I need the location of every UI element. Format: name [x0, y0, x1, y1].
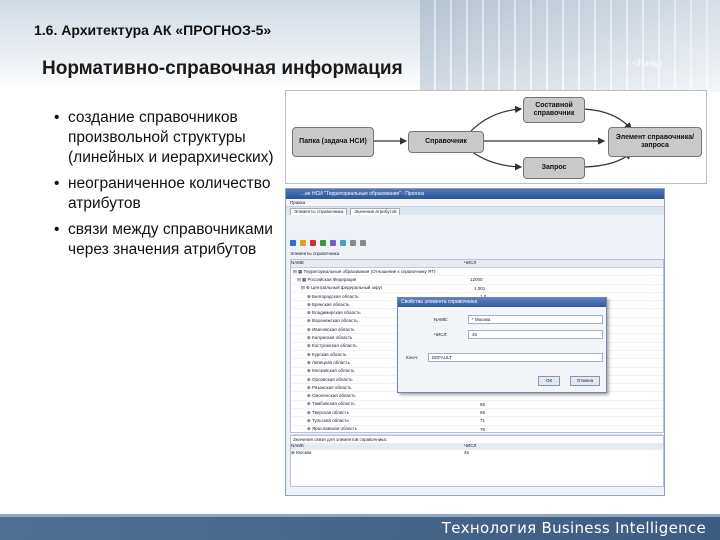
cell-code: 71	[480, 418, 486, 424]
bullet-text: неограниченное количество атрибутов	[68, 175, 271, 212]
bullet-item: • создание справочников произвольной стру…	[54, 109, 274, 166]
up-icon[interactable]	[350, 240, 356, 246]
col-name-header: NAME	[291, 260, 305, 265]
linked-values-panel: Значения связи для элементов справочника…	[290, 435, 664, 487]
bullet-list: • создание справочников произвольной стру…	[50, 108, 280, 266]
node-directory: Справочник	[408, 131, 484, 153]
grid-title: Элементы справочника	[290, 251, 340, 256]
cell-name: ⊕ Тульская область	[307, 417, 349, 423]
table-row[interactable]: ⊕ Тульская область 71	[291, 417, 663, 426]
table-row[interactable]: ⊕ Смоленская область	[291, 392, 663, 401]
node-element: Элемент справочника/запроса	[608, 127, 702, 157]
new-icon[interactable]	[290, 240, 296, 246]
field-label-key: Ключ:	[406, 355, 419, 360]
cell-code: 76	[480, 426, 486, 432]
filter-icon[interactable]	[330, 240, 336, 246]
arrow-directory-query	[470, 150, 523, 171]
bullet-text: связи между справочниками через значения…	[68, 221, 273, 258]
save-icon[interactable]	[320, 240, 326, 246]
app-tabs: Элементы справочника Значения атрибутов	[286, 207, 664, 215]
node-composite-directory: Составной справочник	[523, 97, 585, 123]
cancel-button[interactable]: Отмена	[570, 376, 600, 386]
table-row[interactable]: ⊟ ⊕ Центральный федеральный округ 1,001	[291, 285, 663, 293]
back-link[interactable]: <<Назад	[626, 58, 662, 69]
tab-elements[interactable]: Элементы справочника	[290, 208, 348, 215]
cell-name: ⊕ Тверская область	[307, 409, 350, 415]
sub-title: Значения связи для элементов справочника…	[293, 437, 388, 442]
ok-button[interactable]: ОК	[538, 376, 560, 386]
field-label-name: NAME:	[434, 317, 449, 322]
bullet-item: • связи между справочниками через значени…	[54, 221, 273, 258]
app-menubar: Правка	[286, 199, 664, 207]
app-window-screenshot: …ие НСИ "Территориальные образования" - …	[285, 188, 665, 496]
tab-attributes[interactable]: Значения атрибутов	[350, 208, 401, 215]
app-titlebar: …ие НСИ "Территориальные образования" - …	[286, 189, 664, 199]
header-decoration	[420, 0, 720, 92]
page-title: Нормативно-справочная информация	[42, 58, 403, 79]
code-field[interactable]: 45	[468, 330, 603, 339]
cell-name: ⊕ Ярославская область	[307, 426, 358, 432]
sub-col-code: ЧИСЛ	[464, 443, 477, 448]
bullet-item: • неограниченное количество атрибутов	[54, 175, 271, 212]
sub-cell-name: ⊕ Москва	[291, 450, 312, 455]
sub-col-name: NAME	[291, 443, 305, 448]
architecture-diagram: Папка (задача НСИ) Справочник Составной …	[285, 90, 707, 184]
arrow-directory-composite	[470, 105, 523, 132]
table-row[interactable]: ⊕ Москва 45	[291, 450, 663, 456]
cell-name: ⊟ ⊕ Центральный федеральный округ	[301, 285, 383, 291]
col-code-header: ЧИСЛ	[464, 260, 477, 265]
arrow-composite-element	[583, 108, 632, 130]
element-properties-dialog: Свойства элемента справочника NAME: * Мо…	[397, 297, 607, 393]
table-row[interactable]: ⊕ Ярославская область 76	[291, 426, 663, 434]
cell-code: 68	[480, 401, 486, 407]
key-field[interactable]: DEFAULT	[428, 353, 603, 362]
table-row[interactable]: ⊟ ▦ Российская Федерация 12000	[291, 276, 663, 285]
cell-name: ⊕ Тамбовская область	[307, 401, 355, 407]
dialog-title: Свойства элемента справочника	[398, 298, 606, 307]
footer-band: Технология Business Intelligence	[0, 514, 720, 540]
table-row[interactable]: ⊟ ▦ Территориальные образования (Отношен…	[291, 268, 663, 277]
node-folder: Папка (задача НСИ)	[292, 127, 374, 157]
cell-code: 69	[480, 410, 486, 416]
cell-name: ⊟ ▦ Территориальные образования (Отношен…	[293, 268, 436, 274]
cell-name: ⊟ ▦ Российская Федерация	[297, 276, 357, 282]
menu-item-edit[interactable]: Правка	[290, 200, 305, 205]
section-title: 1.6. Архитектура АК «ПРОГНОЗ-5»	[34, 22, 272, 38]
cell-code: 1,001	[474, 285, 486, 291]
cell-name: ⊕ Смоленская область	[307, 393, 356, 399]
app-toolbar	[286, 237, 664, 249]
bullet-text: создание справочников произвольной струк…	[68, 109, 274, 166]
cell-code: 12000	[470, 277, 483, 283]
grid-header: NAME ЧИСЛ	[291, 260, 663, 268]
delete-icon[interactable]	[310, 240, 316, 246]
footer-text: Технология Business Intelligence	[441, 519, 706, 537]
table-row[interactable]: ⊕ Тверская область 69	[291, 409, 663, 418]
search-icon[interactable]	[340, 240, 346, 246]
edit-icon[interactable]	[300, 240, 306, 246]
sub-header: NAME ЧИСЛ	[291, 443, 663, 450]
footer-strip	[0, 514, 720, 517]
sub-cell-code: 45	[464, 450, 470, 455]
table-row[interactable]: ⊕ Тамбовская область 68	[291, 401, 663, 410]
field-label-code: ЧИСЛ:	[434, 332, 448, 337]
name-field[interactable]: * Москва	[468, 315, 603, 324]
node-query: Запрос	[523, 157, 585, 179]
down-icon[interactable]	[360, 240, 366, 246]
